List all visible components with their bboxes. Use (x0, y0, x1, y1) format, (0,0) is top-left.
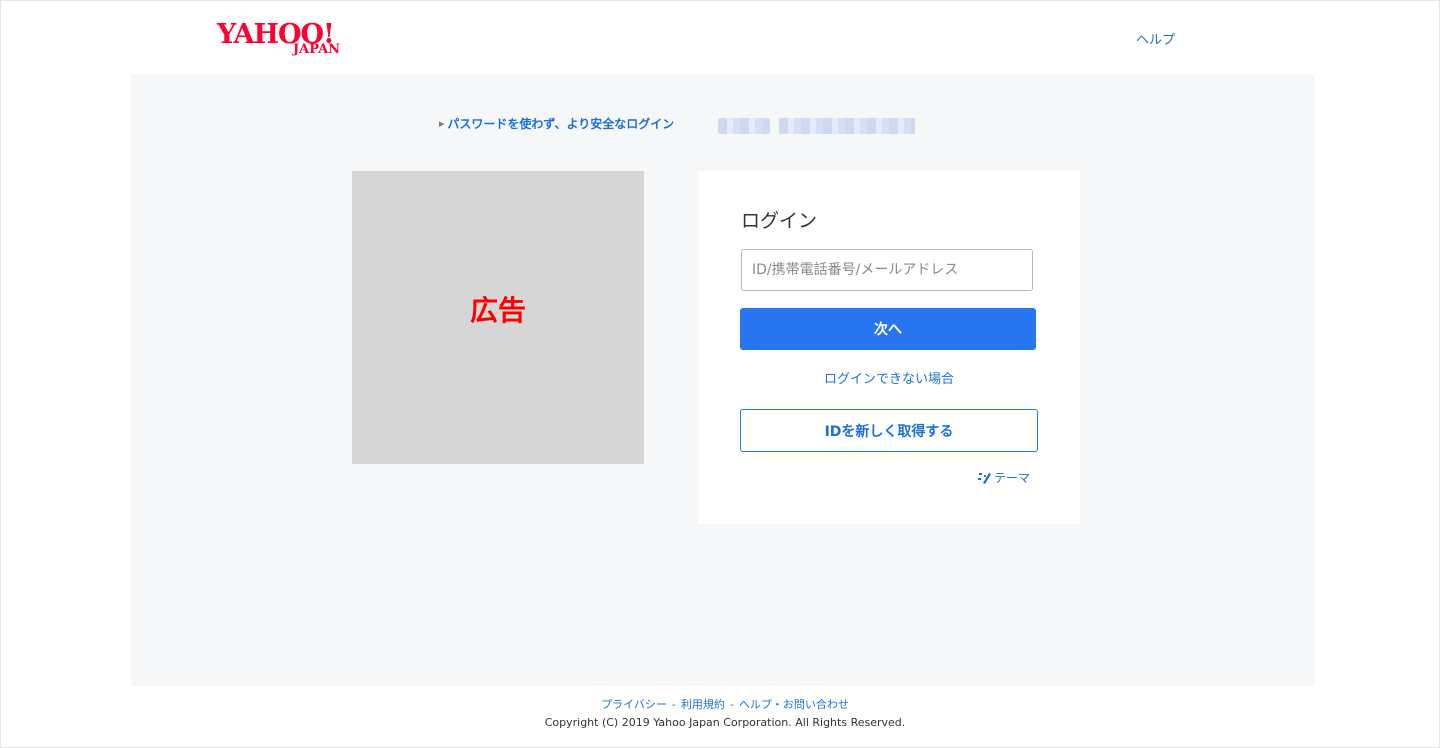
next-button[interactable]: 次へ (740, 308, 1036, 350)
passkey-link-text: パスワードを使わず、より安全なログイン (447, 117, 675, 131)
footer-links: プライバシー - 利用規約 - ヘルプ・お問い合わせ (0, 697, 1440, 713)
blurred-text (779, 118, 915, 134)
copyright-text: Copyright (C) 2019 Yahoo Japan Corporati… (544, 716, 906, 729)
passkey-login-link[interactable]: ▶ パスワードを使わず、より安全なログイン (439, 115, 674, 133)
footer-help-contact-link[interactable]: ヘルプ・お問い合わせ (739, 698, 849, 711)
theme-link[interactable]: テーマ (978, 469, 1030, 487)
login-title: ログイン (741, 210, 818, 232)
login-trouble-link[interactable]: ログインできない場合 (698, 371, 1080, 389)
yahoo-japan-logo[interactable]: YAHOO! JAPAN (217, 20, 357, 62)
header-help-link[interactable]: ヘルプ (1136, 32, 1175, 50)
ad-label: 広告 (469, 294, 526, 327)
footer-privacy-link[interactable]: プライバシー (601, 698, 667, 711)
register-id-button[interactable]: IDを新しく取得する (740, 409, 1038, 452)
id-input[interactable] (741, 249, 1033, 291)
blurred-text (718, 118, 770, 134)
theme-sparkle-icon (978, 473, 991, 484)
theme-label: テーマ (994, 471, 1031, 485)
login-card: ログイン 次へ ログインできない場合 IDを新しく取得する テーマ (698, 171, 1080, 524)
footer-separator: - (729, 698, 734, 711)
triangle-right-icon: ▶ (439, 120, 445, 128)
logo-subtitle: JAPAN (293, 42, 341, 57)
footer-terms-link[interactable]: 利用規約 (681, 698, 725, 711)
login-main-area: ▶パスワードを使わず、より安全なログイン 広告 ログイン 次へ ログインできない… (131, 75, 1315, 686)
footer-separator: - (671, 698, 676, 711)
site-header: YAHOO! JAPAN ヘルプ (0, 0, 1440, 75)
ad-placeholder: 広告 (352, 171, 644, 464)
